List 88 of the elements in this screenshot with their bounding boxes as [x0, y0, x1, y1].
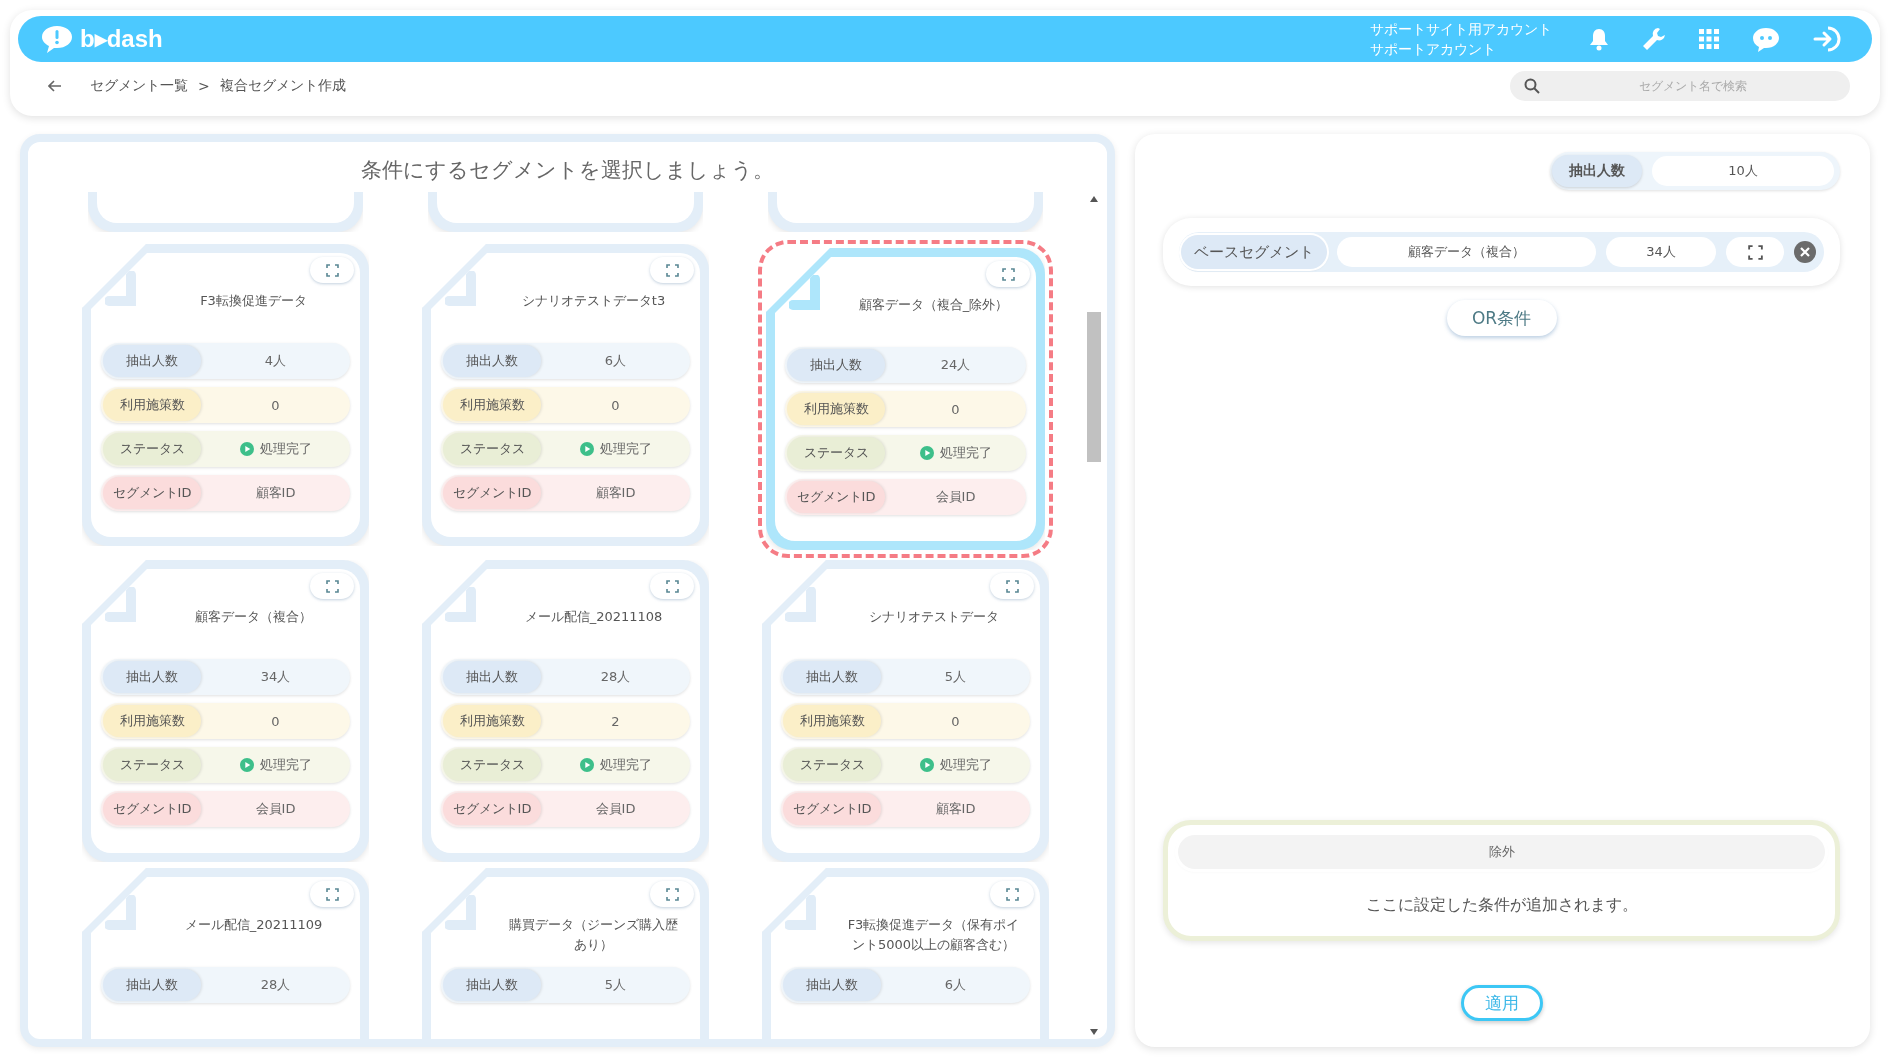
segment-name: F3転換促進データ（保有ポイント5000以上の顧客含む） — [846, 916, 1021, 954]
row-label: セグメントID — [787, 481, 885, 513]
segment-card[interactable]: 購買データ（ジーンズ購入歴あり） 抽出人数 5人 — [422, 868, 709, 1039]
segment-name: シナリオテストデータt3 — [520, 292, 667, 310]
row-label: 抽出人数 — [103, 661, 201, 693]
row-label: 抽出人数 — [443, 345, 541, 377]
row-label: 抽出人数 — [443, 969, 541, 1001]
segment-card[interactable]: 顧客データ（複合） 抽出人数 34人 利用施策数 0 ステータス 処理完了 セグメントID 会員ID — [82, 560, 369, 862]
base-segment-name: 顧客データ（複合） — [1337, 237, 1596, 267]
row-value: 5人 — [604, 976, 627, 994]
account-name: サポートサイト用アカウント — [1370, 20, 1552, 39]
row-value: 処理完了 — [939, 756, 992, 774]
segment-name: 顧客データ（複合） — [194, 608, 313, 626]
segment-name: 購買データ（ジーンズ購入歴あり） — [508, 916, 679, 954]
row-value: 4人 — [264, 352, 287, 370]
row-value: 処理完了 — [259, 756, 312, 774]
row-value: 処理完了 — [259, 440, 312, 458]
segment-name: F3転換促進データ — [199, 292, 308, 310]
segment-name: 顧客データ（複合_除外） — [857, 296, 1010, 314]
base-segment-count: 34人 — [1606, 237, 1716, 267]
row-label: セグメントID — [443, 477, 541, 509]
row-value: 0 — [611, 397, 620, 413]
exclude-message: ここに設定した条件が追加されます。 — [1364, 895, 1639, 916]
segment-name: メール配信_20211109 — [183, 916, 324, 934]
count-label: 抽出人数 — [1552, 155, 1642, 187]
row-label: セグメントID — [103, 477, 201, 509]
row-label: ステータス — [103, 749, 201, 781]
search-field[interactable]: セグメント名で検索 — [1510, 71, 1850, 101]
row-label: セグメントID — [103, 793, 201, 825]
row-label: 利用施策数 — [443, 705, 541, 737]
segment-card[interactable]: F3転換促進データ 抽出人数 4人 利用施策数 0 ステータス 処理完了 セグメントID 顧客ID — [82, 244, 369, 546]
row-value: 処理完了 — [939, 444, 992, 462]
segment-card[interactable]: メール配信_20211108 抽出人数 28人 利用施策数 2 ステータス 処理完了 セグメントID 会員ID — [422, 560, 709, 862]
row-value: 34人 — [260, 668, 291, 686]
row-value: 顧客ID — [595, 484, 636, 502]
base-segment-label: ベースセグメント — [1181, 235, 1327, 269]
segment-card[interactable]: F3転換促進データ（保有ポイント5000以上の顧客含む） 抽出人数 6人 — [762, 868, 1049, 1039]
logo-text: b▸dash — [80, 25, 163, 53]
row-value: 0 — [951, 401, 960, 417]
row-label: ステータス — [787, 437, 885, 469]
row-label: ステータス — [443, 749, 541, 781]
row-value: 会員ID — [595, 800, 636, 818]
segment-name: シナリオテストデータ — [867, 608, 1000, 626]
row-label: 利用施策数 — [787, 393, 885, 425]
row-label: 利用施策数 — [103, 389, 201, 421]
row-value: 6人 — [944, 976, 967, 994]
row-value: 24人 — [940, 356, 971, 374]
row-label: 抽出人数 — [443, 661, 541, 693]
breadcrumb-current: 複合セグメント作成 — [219, 77, 346, 95]
picker-title: 条件にするセグメントを選択しましょう。 — [360, 157, 775, 184]
row-value: 顧客ID — [935, 800, 976, 818]
row-label: 抽出人数 — [783, 661, 881, 693]
row-label: 利用施策数 — [443, 389, 541, 421]
row-label: ステータス — [783, 749, 881, 781]
row-label: ステータス — [103, 433, 201, 465]
row-value: 0 — [271, 397, 280, 413]
or-condition-button[interactable]: OR条件 — [1446, 300, 1557, 336]
exclude-label: 除外 — [1178, 835, 1825, 869]
segment-card[interactable]: シナリオテストデータt3 抽出人数 6人 利用施策数 0 ステータス 処理完了 セグメントID 顧客ID — [422, 244, 709, 546]
row-value: 28人 — [260, 976, 291, 994]
segment-card[interactable]: シナリオテストデータ 抽出人数 5人 利用施策数 0 ステータス 処理完了 セグメントID 顧客ID — [762, 560, 1049, 862]
breadcrumb-separator: > — [198, 78, 210, 94]
row-value: 顧客ID — [255, 484, 296, 502]
row-value: 5人 — [944, 668, 967, 686]
row-value: 処理完了 — [599, 440, 652, 458]
row-label: 利用施策数 — [783, 705, 881, 737]
row-label: 抽出人数 — [787, 349, 885, 381]
row-label: 抽出人数 — [103, 969, 201, 1001]
row-value: 2 — [611, 713, 620, 729]
row-label: セグメントID — [783, 793, 881, 825]
row-value: 6人 — [604, 352, 627, 370]
row-label: ステータス — [443, 433, 541, 465]
row-value: 0 — [271, 713, 280, 729]
row-value: 会員ID — [255, 800, 296, 818]
row-value: 会員ID — [935, 488, 976, 506]
row-label: セグメントID — [443, 793, 541, 825]
segment-card[interactable]: 顧客データ（複合_除外） 抽出人数 24人 利用施策数 0 ステータス 処理完了 セグメントID 会員ID — [766, 248, 1045, 550]
row-label: 抽出人数 — [783, 969, 881, 1001]
account-name: サポートアカウント — [1370, 40, 1497, 59]
row-value: 0 — [951, 713, 960, 729]
row-label: 利用施策数 — [103, 705, 201, 737]
row-value: 28人 — [600, 668, 631, 686]
segment-name: メール配信_20211108 — [523, 608, 664, 626]
segment-card[interactable]: メール配信_20211109 抽出人数 28人 — [82, 868, 369, 1039]
count-value: 10人 — [1652, 156, 1834, 186]
row-value: 処理完了 — [599, 756, 652, 774]
breadcrumb-link[interactable]: セグメント一覧 — [90, 77, 188, 95]
row-label: 抽出人数 — [103, 345, 201, 377]
